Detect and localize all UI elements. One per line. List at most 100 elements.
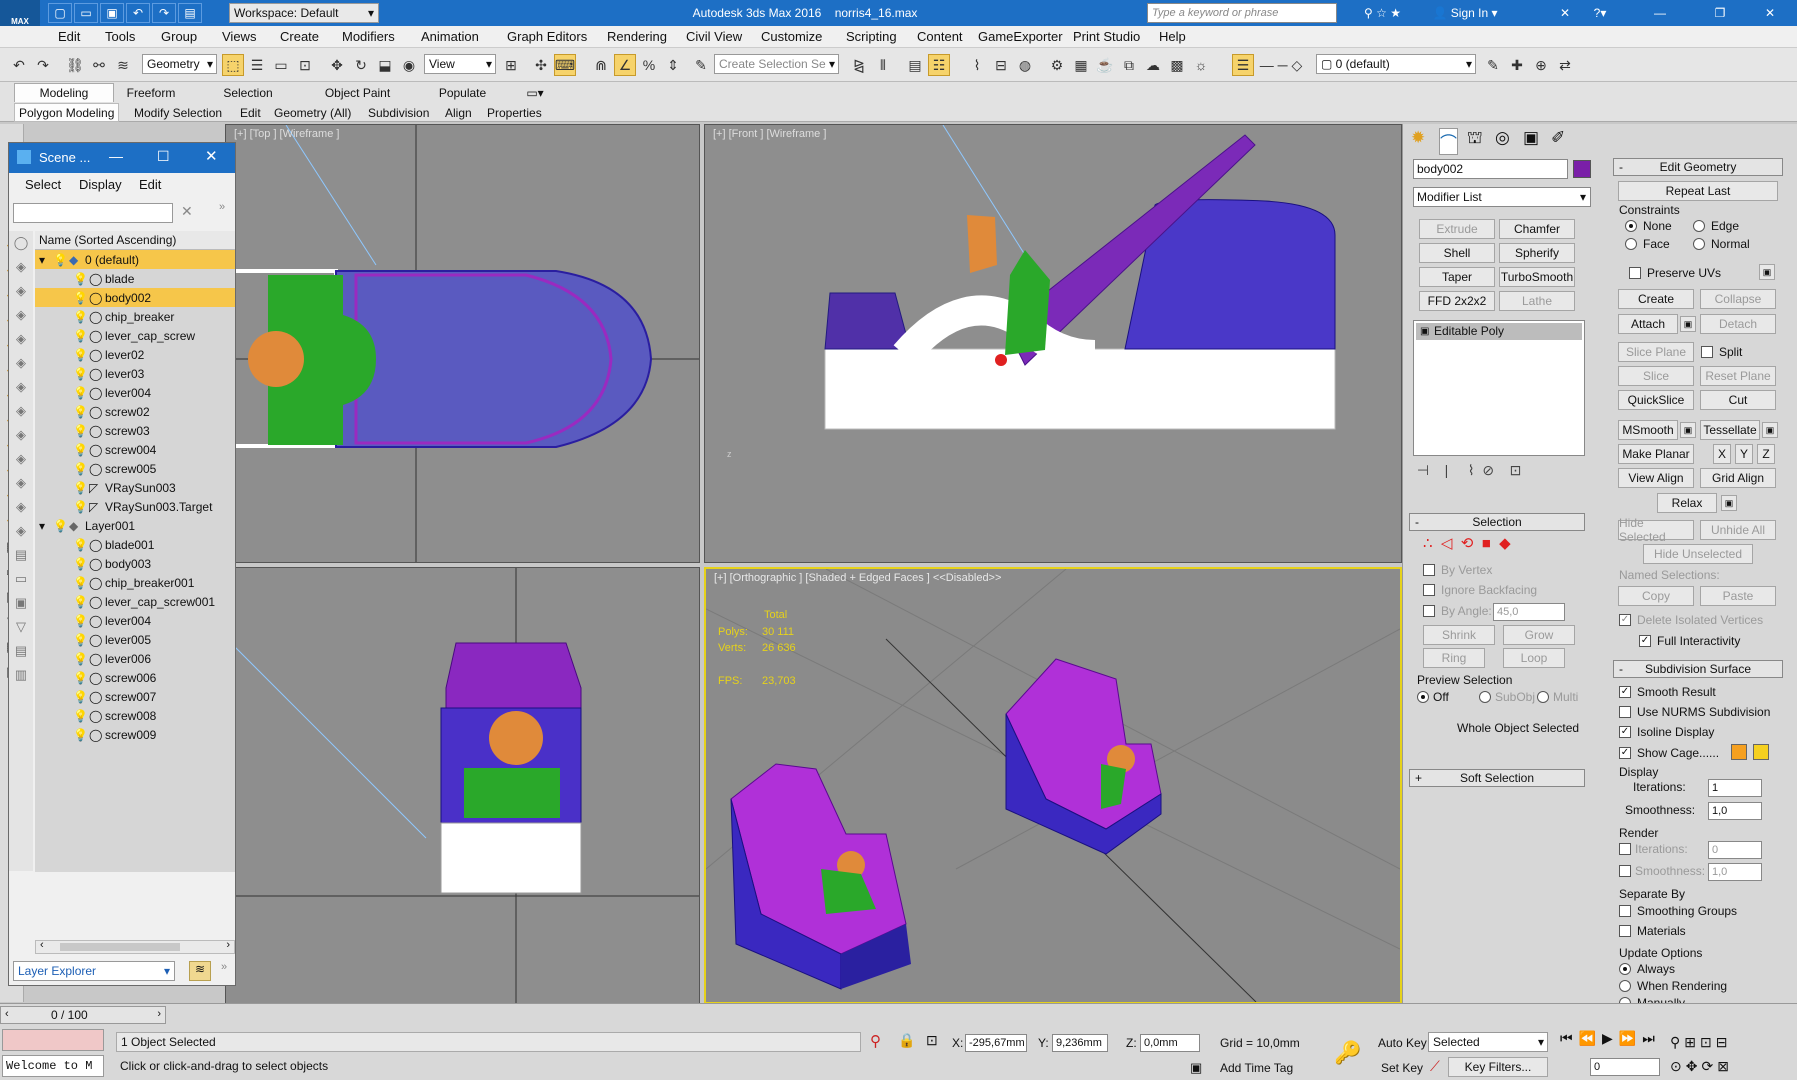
bulb-icon[interactable]: 💡 xyxy=(73,272,89,286)
extrude-button[interactable]: Extrude xyxy=(1419,219,1495,239)
maximize-icon[interactable]: ☐ xyxy=(157,148,170,165)
bulb-icon[interactable]: 💡 xyxy=(73,557,89,571)
expand-toolbar-icon[interactable]: » xyxy=(219,201,225,213)
tree-item-lever006[interactable]: 💡 ◯ lever006 xyxy=(35,649,235,668)
bulb-icon[interactable]: 💡 xyxy=(73,614,89,628)
explorer-type-dropdown[interactable]: Layer Explorer ▾ xyxy=(13,961,175,981)
angle-spinner[interactable]: 45,0 xyxy=(1493,603,1565,621)
subobject-level-icons[interactable]: ∴ ◁ ⟲ ■ ◆ xyxy=(1423,534,1573,554)
scene-explorer-icon[interactable]: ☷ xyxy=(928,54,950,76)
render-setup-icon[interactable]: ⚙ xyxy=(1046,54,1068,76)
x-coord-field[interactable]: -295,67mm xyxy=(965,1034,1027,1052)
tree-item-lever-cap-screw001[interactable]: 💡 ◯ lever_cap_screw001 xyxy=(35,592,235,611)
set-key-icon[interactable]: 🔑 xyxy=(1334,1040,1361,1066)
hide-unselected-button[interactable]: Hide Unselected xyxy=(1643,544,1753,564)
msmooth-settings-icon[interactable]: ▣ xyxy=(1680,422,1696,438)
tree-item-body002[interactable]: 💡 ◯ body002 xyxy=(35,288,235,307)
stack-item-editable-poly[interactable]: ▣ Editable Poly xyxy=(1416,323,1582,340)
save-icon[interactable]: ▣ xyxy=(100,3,124,23)
menu-group[interactable]: Group xyxy=(161,29,197,44)
ribbon-align[interactable]: Align xyxy=(441,103,476,122)
tree-item-chip-breaker[interactable]: 💡 ◯ chip_breaker xyxy=(35,307,235,326)
ribbon-polygon-modeling[interactable]: Polygon Modeling xyxy=(14,103,120,122)
cut-button[interactable]: Cut xyxy=(1700,390,1776,410)
absolute-mode-icon[interactable]: ⊡ xyxy=(926,1032,938,1049)
set-current-layer-icon[interactable]: ⇄ xyxy=(1554,54,1576,76)
bind-spacewarp-icon[interactable]: ≋ xyxy=(112,54,134,76)
ribbon-tab-freeform[interactable]: Freeform xyxy=(115,83,187,102)
menu-customize[interactable]: Customize xyxy=(761,29,822,44)
constraint-face-radio[interactable] xyxy=(1625,238,1637,250)
use-nurms-checkbox[interactable] xyxy=(1619,706,1631,718)
scene-menu-display[interactable]: Display xyxy=(79,177,122,192)
layers-toggle-icon[interactable]: ≋ xyxy=(189,961,211,981)
tree-item-lever004-b[interactable]: 💡 ◯ lever004 xyxy=(35,611,235,630)
time-slider[interactable]: ‹ 0 / 100 › xyxy=(0,1006,166,1024)
bulb-icon[interactable]: 💡 xyxy=(53,519,69,533)
object-name-field[interactable]: body002 xyxy=(1413,159,1568,179)
pivot-icon[interactable]: ⊞ xyxy=(500,54,522,76)
menu-edit[interactable]: Edit xyxy=(58,29,80,44)
viewport-ortho-label[interactable]: [+] [Orthographic ] [Shaded + Edged Face… xyxy=(714,572,1001,584)
selection-rollout-header[interactable]: - Selection xyxy=(1409,513,1585,531)
scene-hscrollbar[interactable]: ‹ › xyxy=(35,939,235,954)
bulb-icon[interactable]: 💡 xyxy=(73,462,89,476)
grow-button[interactable]: Grow xyxy=(1503,625,1575,645)
bulb-icon[interactable]: 💡 xyxy=(73,652,89,666)
tree-item-screw007[interactable]: 💡 ◯ screw007 xyxy=(35,687,235,706)
bulb-icon[interactable]: 💡 xyxy=(73,709,89,723)
tree-item-screw03[interactable]: 💡 ◯ screw03 xyxy=(35,421,235,440)
link-icon[interactable]: ⛓ xyxy=(64,54,86,76)
open-icon[interactable]: ▭ xyxy=(74,3,98,23)
close-icon[interactable]: ✕ xyxy=(1750,3,1790,23)
add-to-layer-icon[interactable]: ✚ xyxy=(1506,54,1528,76)
move-icon[interactable]: ✥ xyxy=(326,54,348,76)
menu-help[interactable]: Help xyxy=(1159,29,1186,44)
workspace-dropdown[interactable]: Workspace: Default ▾ xyxy=(229,3,379,23)
viewport-top[interactable]: [+] [Top ] [Wireframe ] xyxy=(225,124,700,563)
menu-views[interactable]: Views xyxy=(222,29,256,44)
update-always-radio[interactable] xyxy=(1619,963,1631,975)
spherify-button[interactable]: Spherify xyxy=(1499,243,1575,263)
create-layer-icon[interactable]: ✎ xyxy=(1482,54,1504,76)
unhide-all-button[interactable]: Unhide All xyxy=(1700,520,1776,540)
bulb-icon[interactable]: 💡 xyxy=(73,329,89,343)
tree-layer-layer001[interactable]: ▾ 💡 ◆ Layer001 xyxy=(35,516,235,535)
show-cage-checkbox[interactable]: ✓ xyxy=(1619,747,1631,759)
motion-tab-icon[interactable]: ◎ xyxy=(1495,128,1510,148)
menu-modifiers[interactable]: Modifiers xyxy=(342,29,395,44)
loop-button[interactable]: Loop xyxy=(1503,648,1565,668)
ribbon-edit[interactable]: Edit xyxy=(236,103,265,122)
bulb-icon[interactable]: 💡 xyxy=(73,500,89,514)
scene-menu-edit[interactable]: Edit xyxy=(139,177,161,192)
menu-scripting[interactable]: Scripting xyxy=(846,29,897,44)
tree-item-screw005[interactable]: 💡 ◯ screw005 xyxy=(35,459,235,478)
select-in-layer-icon[interactable]: ⊕ xyxy=(1530,54,1552,76)
bulb-icon[interactable]: 💡 xyxy=(73,538,89,552)
project-icon[interactable]: ▤ xyxy=(178,3,202,23)
tree-item-chip-breaker001[interactable]: 💡 ◯ chip_breaker001 xyxy=(35,573,235,592)
scene-search-input[interactable] xyxy=(13,203,173,223)
render-iterations-checkbox[interactable] xyxy=(1619,843,1631,855)
tree-item-screw004[interactable]: 💡 ◯ screw004 xyxy=(35,440,235,459)
materials-checkbox[interactable] xyxy=(1619,925,1631,937)
align-icon[interactable]: ⫴ xyxy=(872,54,894,76)
spinner-snap-icon[interactable]: ⇕ xyxy=(662,54,684,76)
ffd-button[interactable]: FFD 2x2x2 xyxy=(1419,291,1495,311)
menu-animation[interactable]: Animation xyxy=(421,29,479,44)
infocenter-icons[interactable]: ⚲ ☆ ★ xyxy=(1345,3,1420,23)
ignore-backfacing-checkbox[interactable] xyxy=(1423,584,1435,596)
z-coord-field[interactable]: 0,0mm xyxy=(1140,1034,1200,1052)
tree-item-lever005[interactable]: 💡 ◯ lever005 xyxy=(35,630,235,649)
full-interactivity-checkbox[interactable]: ✓ xyxy=(1639,635,1651,647)
bulb-icon[interactable]: 💡 xyxy=(73,424,89,438)
repeat-last-button[interactable]: Repeat Last xyxy=(1618,181,1778,201)
update-rendering-radio[interactable] xyxy=(1619,980,1631,992)
tessellate-settings-icon[interactable]: ▣ xyxy=(1762,422,1778,438)
bulb-icon[interactable]: 💡 xyxy=(73,481,89,495)
exchange-icon[interactable]: ✕ xyxy=(1550,3,1580,23)
render-shot-icon[interactable]: ▩ xyxy=(1166,54,1188,76)
shell-button[interactable]: Shell xyxy=(1419,243,1495,263)
named-selection-dropdown[interactable]: Create Selection Se ▾ xyxy=(714,54,839,74)
subdivision-rollout-header[interactable]: - Subdivision Surface xyxy=(1613,660,1783,678)
